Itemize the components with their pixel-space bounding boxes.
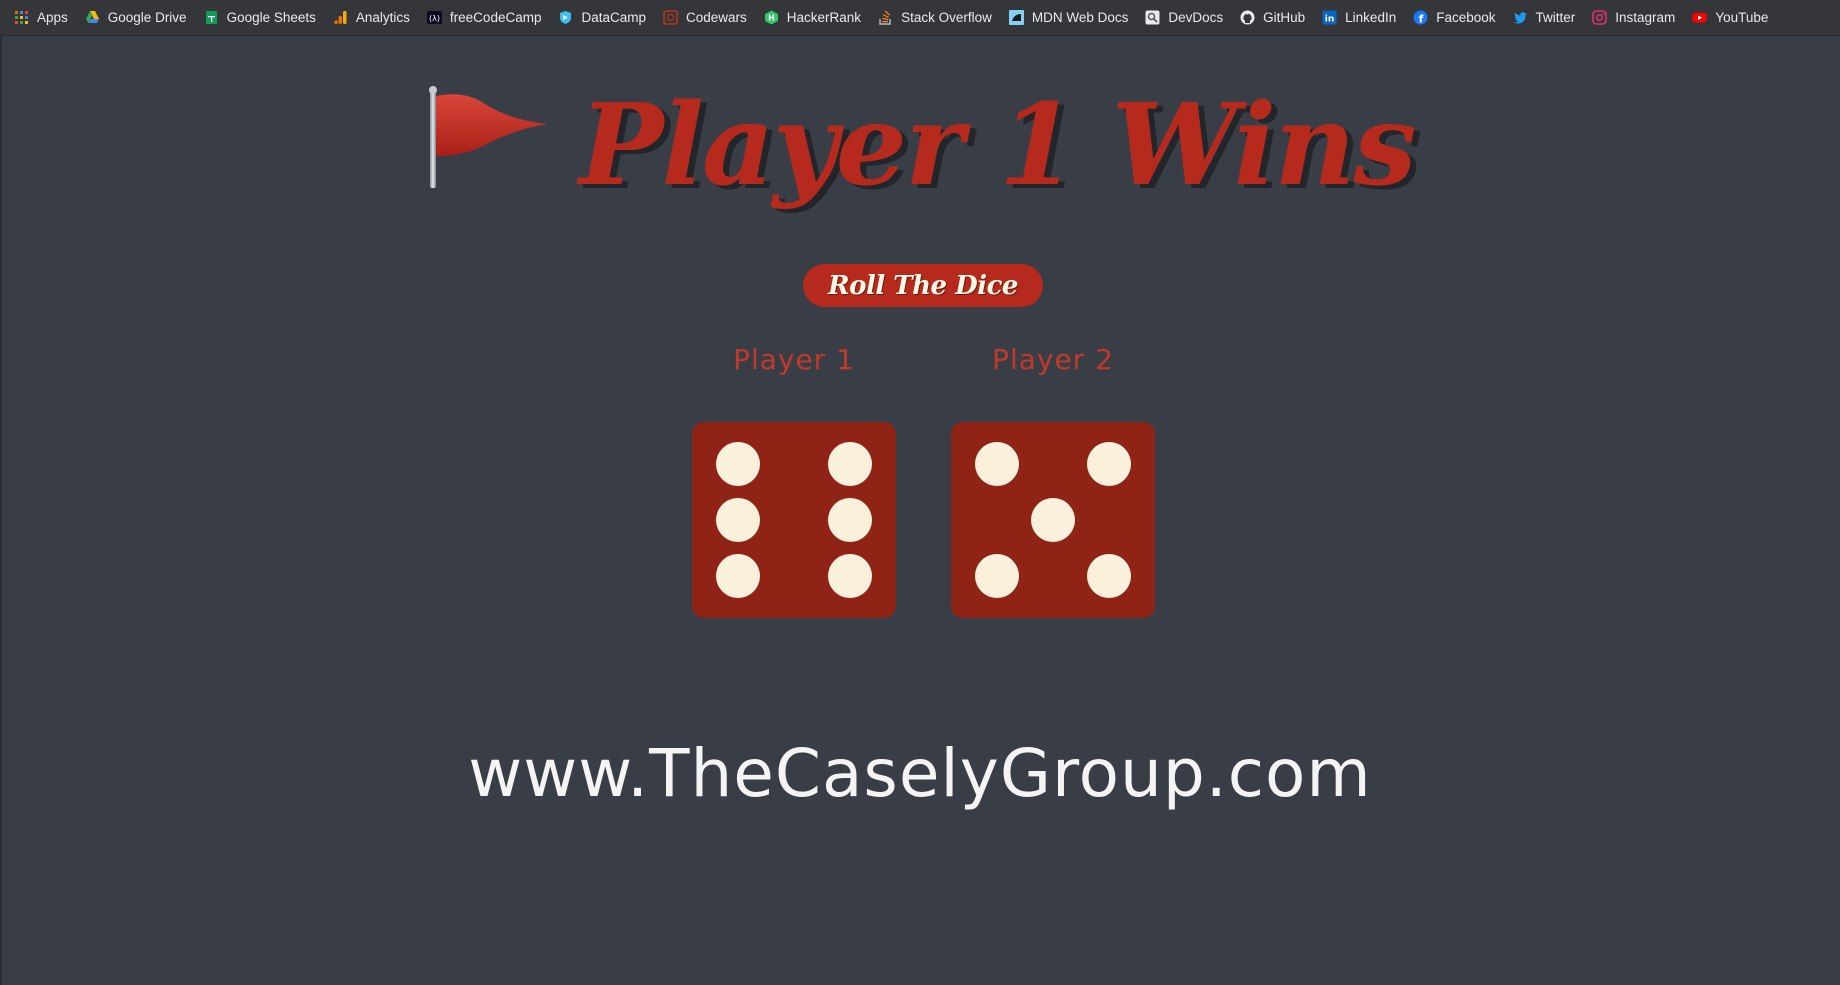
- die-pip: [975, 554, 1019, 598]
- bookmark-label: Analytics: [355, 10, 410, 25]
- player2-label: Player 2: [992, 343, 1114, 376]
- bookmark-facebook[interactable]: f Facebook: [1413, 10, 1496, 25]
- bookmark-label: Google Drive: [107, 10, 187, 25]
- bookmark-label: DataCamp: [581, 10, 646, 25]
- bookmarks-bar: Apps Google Drive Google Sheets Analytic…: [0, 0, 1840, 36]
- page-title: Player 1 Wins: [0, 86, 1840, 202]
- player1-die: [692, 422, 896, 618]
- die-pip: [716, 442, 760, 486]
- github-icon: [1240, 10, 1255, 25]
- bookmark-youtube[interactable]: YouTube: [1692, 10, 1768, 25]
- datacamp-icon: [560, 11, 572, 24]
- bookmark-label: freeCodeCamp: [449, 10, 542, 25]
- svg-text:(λ): (λ): [429, 14, 440, 23]
- bookmark-label: MDN Web Docs: [1031, 10, 1129, 25]
- hackerrank-icon: H: [764, 10, 778, 25]
- bookmark-label: DevDocs: [1168, 10, 1224, 25]
- bookmark-google-drive[interactable]: Google Drive: [85, 10, 187, 25]
- bookmark-github[interactable]: GitHub: [1240, 10, 1305, 25]
- bookmark-devdocs[interactable]: DevDocs: [1145, 10, 1223, 25]
- svg-text:f: f: [1419, 13, 1424, 26]
- bookmark-label: LinkedIn: [1345, 10, 1397, 25]
- bookmark-label: Apps: [37, 10, 68, 25]
- bookmark-datacamp[interactable]: DataCamp: [558, 10, 646, 25]
- die-pip: [828, 498, 872, 542]
- freecodecamp-icon: (λ): [426, 11, 442, 24]
- bookmark-analytics[interactable]: Analytics: [333, 10, 410, 25]
- bookmark-label: Stack Overflow: [901, 10, 992, 25]
- bookmark-linkedin[interactable]: in LinkedIn: [1322, 10, 1396, 25]
- die-pip: [828, 554, 872, 598]
- die-pip: [716, 554, 760, 598]
- youtube-icon: [1692, 13, 1707, 23]
- player2-die: [951, 422, 1155, 618]
- bookmark-mdn[interactable]: MDN Web Docs: [1008, 10, 1129, 25]
- die-pip: [1087, 442, 1131, 486]
- winner-text: Player 1 Wins: [579, 80, 1416, 211]
- bookmark-twitter[interactable]: Twitter: [1513, 10, 1576, 25]
- mdn-icon: [1008, 10, 1024, 25]
- bookmark-label: YouTube: [1715, 10, 1769, 25]
- die-pip: [975, 442, 1019, 486]
- stackoverflow-icon: [879, 10, 891, 25]
- google-sheets-icon: [205, 11, 217, 24]
- bookmark-label: HackerRank: [786, 10, 862, 25]
- die-pip: [1031, 498, 1075, 542]
- facebook-icon: f: [1413, 10, 1428, 25]
- analytics-icon: [334, 11, 347, 24]
- bookmark-hackerrank[interactable]: H HackerRank: [764, 10, 861, 25]
- die-pip: [1087, 554, 1131, 598]
- bookmark-freecodecamp[interactable]: (λ) freeCodeCamp: [426, 10, 542, 25]
- bookmark-label: Google Sheets: [226, 10, 316, 25]
- red-flag-icon: [429, 86, 548, 188]
- instagram-icon: [1592, 10, 1608, 25]
- bookmark-instagram[interactable]: Instagram: [1592, 10, 1675, 25]
- bookmark-google-sheets[interactable]: Google Sheets: [204, 10, 316, 25]
- bookmark-label: Facebook: [1436, 10, 1496, 25]
- google-drive-icon: [85, 11, 99, 23]
- player1-label: Player 1: [733, 343, 855, 376]
- bookmark-label: GitHub: [1263, 10, 1306, 25]
- svg-text:H: H: [768, 14, 775, 23]
- linkedin-icon: in: [1322, 10, 1337, 25]
- die-pip: [828, 442, 872, 486]
- twitter-icon: [1513, 12, 1527, 24]
- bookmark-label: Codewars: [686, 10, 747, 25]
- bookmark-label: Instagram: [1615, 10, 1676, 25]
- svg-text:in: in: [1325, 15, 1335, 25]
- bookmark-codewars[interactable]: Codewars: [663, 10, 747, 25]
- bookmark-apps[interactable]: Apps: [14, 10, 68, 25]
- roll-dice-button[interactable]: Roll The Dice: [803, 264, 1043, 307]
- die-pip: [716, 498, 760, 542]
- codewars-icon: [663, 10, 678, 25]
- apps-grid-icon: [15, 11, 28, 24]
- site-url: www.TheCaselyGroup.com: [468, 735, 1372, 812]
- bookmark-label: Twitter: [1535, 10, 1576, 25]
- bookmark-stackoverflow[interactable]: Stack Overflow: [878, 10, 992, 25]
- devdocs-icon: [1145, 10, 1160, 25]
